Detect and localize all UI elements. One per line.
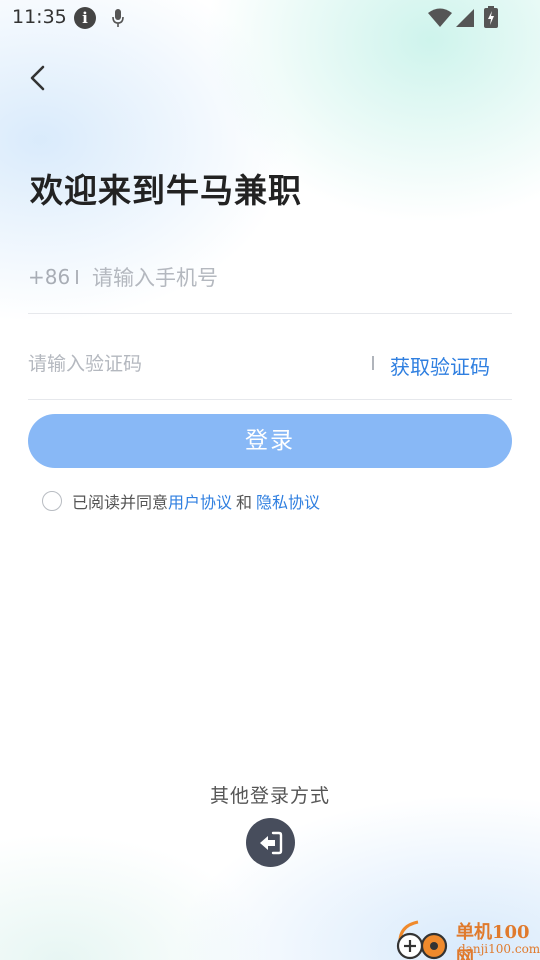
login-exit-icon [259,831,282,854]
agreement-and: 和 [236,493,253,512]
wifi-icon [428,8,452,27]
divider [76,270,78,284]
info-icon: i [74,7,96,29]
get-code-button[interactable]: 获取验证码 [390,351,490,380]
agreement-checkbox[interactable] [42,491,62,511]
agreement-row: 已阅读并同意 用户协议 和 隐私协议 [42,489,320,513]
agreement-prefix: 已阅读并同意 [72,493,169,512]
divider [372,356,374,370]
signal-icon [456,9,474,27]
back-button[interactable] [22,62,52,94]
verification-code-input[interactable] [28,346,348,382]
user-agreement-link[interactable]: 用户协议 [168,489,232,513]
page-title: 欢迎来到牛马兼职 [30,171,302,210]
phone-input-row: +86 [28,250,512,314]
mic-icon [112,9,124,27]
status-bar: 11:35 i [0,0,540,36]
watermark-logo-icon [396,920,448,960]
battery-icon [484,6,498,28]
watermark-url: danji100.com [458,942,540,956]
privacy-policy-link[interactable]: 隐私协议 [256,489,320,513]
other-login-label: 其他登录方式 [209,785,330,807]
chevron-left-icon [30,65,45,91]
watermark: 单机100网 danji100.com [388,916,540,960]
country-code[interactable]: +86 [28,265,70,289]
background-gradient [0,0,540,960]
phone-input[interactable] [92,260,492,296]
status-time: 11:35 [12,6,67,28]
alt-login-button[interactable] [246,818,295,867]
code-input-row: 获取验证码 [28,336,512,400]
login-button[interactable]: 登录 [28,414,512,468]
